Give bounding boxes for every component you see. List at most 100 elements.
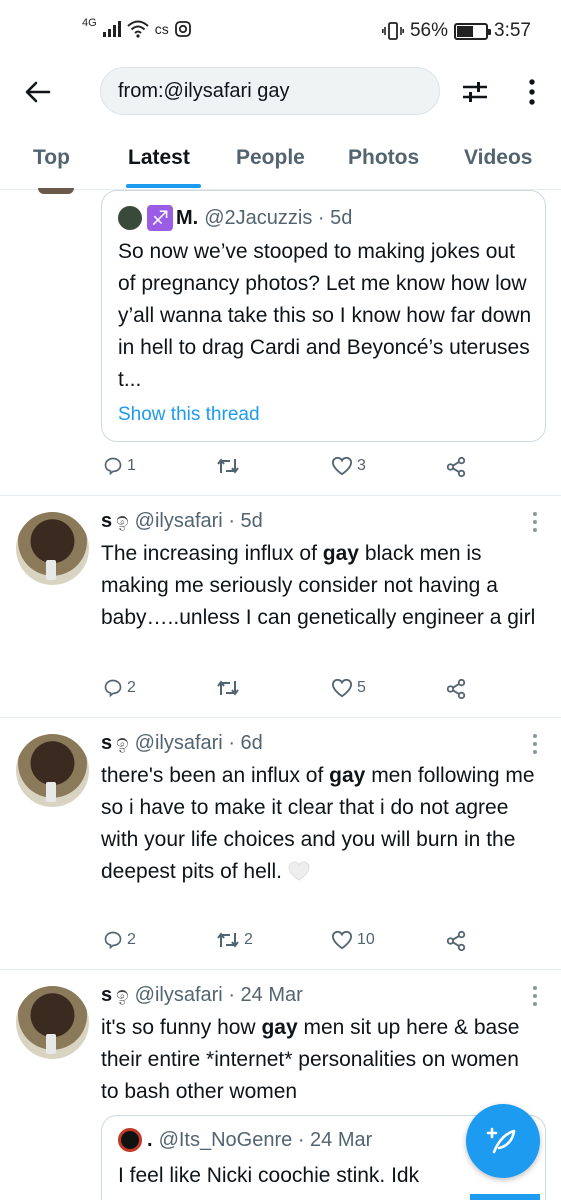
wifi-icon <box>127 20 149 38</box>
like-count: 10 <box>357 931 375 948</box>
share-button[interactable] <box>445 930 467 952</box>
quoted-author-handle: @Its_NoGenre <box>158 1128 293 1151</box>
back-arrow-icon <box>25 81 51 103</box>
tweet-menu-button[interactable] <box>527 734 543 754</box>
author-handle: @ilysafari <box>134 984 223 1006</box>
active-tab-indicator <box>126 184 201 188</box>
tweet-text-part: there's been an influx of <box>101 764 330 787</box>
retweet-icon <box>217 458 239 474</box>
author-name: s <box>101 984 113 1006</box>
quoted-timestamp: 5d <box>330 206 353 229</box>
instagram-icon <box>174 21 191 37</box>
retweet-button[interactable] <box>216 678 240 698</box>
avatar <box>118 206 142 230</box>
sagittarius-icon: ♐ <box>147 205 173 231</box>
retweet-icon <box>217 932 239 948</box>
white-heart-icon <box>288 861 310 881</box>
search-input[interactable]: from:@ilysafari gay <box>100 67 440 115</box>
back-button[interactable] <box>18 72 58 112</box>
tab-latest[interactable]: Latest <box>128 146 190 170</box>
partial-button <box>470 1194 540 1200</box>
reply-icon <box>104 931 122 950</box>
tweet-text: The increasing influx of gay black men i… <box>101 538 541 634</box>
tweet-actions: 2 2 10 <box>101 930 541 960</box>
search-tabs: Top Latest People Photos Videos <box>0 130 561 190</box>
author-handle: @ilysafari <box>134 510 223 532</box>
compose-tweet-button[interactable] <box>466 1104 540 1178</box>
retweet-button[interactable]: 2 <box>216 930 253 950</box>
reply-button[interactable]: 1 <box>103 456 136 476</box>
share-icon <box>446 456 466 478</box>
carrier-icon: cs <box>154 21 169 37</box>
tweet-actions: 2 5 <box>101 678 541 708</box>
share-icon <box>446 678 466 700</box>
heart-icon <box>331 678 353 698</box>
tweet-menu-button[interactable] <box>527 986 543 1006</box>
retweet-count: 2 <box>244 931 253 948</box>
vertical-dots-icon <box>529 79 535 105</box>
reply-button[interactable]: 2 <box>103 678 136 698</box>
network-label: 4G <box>82 17 97 29</box>
search-highlight: gay <box>322 542 359 565</box>
reply-count: 2 <box>127 679 136 696</box>
tab-top[interactable]: Top <box>33 146 70 170</box>
tweet-actions: 1 3 <box>101 456 541 486</box>
share-button[interactable] <box>445 456 467 478</box>
battery-percent: 56% <box>409 20 449 41</box>
search-highlight: gay <box>329 764 366 787</box>
quoted-tweet[interactable]: ♐ M. @2Jacuzzis · 5d So now we’ve stoope… <box>101 190 546 442</box>
share-button[interactable] <box>445 678 467 700</box>
quoted-author-handle: @2Jacuzzis <box>204 206 313 229</box>
tweet-text-part: it's so funny how <box>101 1016 262 1039</box>
timestamp: 6d <box>240 732 263 754</box>
like-button[interactable]: 3 <box>331 456 366 476</box>
share-icon <box>446 930 466 952</box>
author-name: s <box>101 510 113 532</box>
tweet-menu-button[interactable] <box>527 512 543 532</box>
compose-feather-icon <box>486 1127 516 1154</box>
reply-count: 2 <box>127 931 136 948</box>
tab-photos[interactable]: Photos <box>348 146 419 170</box>
search-filter-button[interactable] <box>455 74 495 110</box>
heart-icon <box>331 930 353 950</box>
battery-fill <box>457 25 474 37</box>
sliders-icon <box>463 82 487 102</box>
search-header: from:@ilysafari gay <box>0 62 561 120</box>
like-button[interactable]: 5 <box>331 678 366 698</box>
author-name: s <box>101 732 113 754</box>
quoted-author-name: . <box>147 1128 153 1151</box>
reply-icon <box>104 679 122 698</box>
tab-people[interactable]: People <box>236 146 305 170</box>
reply-count: 1 <box>127 457 136 474</box>
quoted-timestamp: 24 Mar <box>310 1128 373 1151</box>
clock: 3:57 <box>494 20 531 41</box>
tweet-text: there's been an influx of gay men follow… <box>101 760 541 888</box>
avatar[interactable] <box>16 986 89 1059</box>
status-bar: 4G cs 56% 3:57 <box>0 0 561 60</box>
show-thread-link[interactable]: Show this thread <box>118 404 260 426</box>
tweet-text: it's so funny how gay men sit up here & … <box>101 1012 541 1108</box>
avatar[interactable] <box>38 188 74 194</box>
more-options-button[interactable] <box>512 74 552 110</box>
signal-icon <box>102 21 121 37</box>
avatar[interactable] <box>16 734 89 807</box>
tab-videos[interactable]: Videos <box>464 146 532 170</box>
battery-icon <box>454 22 492 40</box>
author-handle: @ilysafari <box>134 732 223 754</box>
reply-button[interactable]: 2 <box>103 930 136 950</box>
reply-icon <box>104 457 122 476</box>
timestamp: 5d <box>240 510 263 532</box>
search-highlight: gay <box>261 1016 298 1039</box>
quoted-tweet-text: So now we’ve stooped to making jokes out… <box>118 240 532 391</box>
emoji-icon: ඉ <box>116 732 129 754</box>
tweet-text-part: The increasing influx of <box>101 542 323 565</box>
like-count: 5 <box>357 679 366 696</box>
heart-icon <box>331 456 353 476</box>
quoted-tweet-text: I feel like Nicki coochie stink. Idk <box>118 1164 420 1187</box>
like-count: 3 <box>357 457 366 474</box>
retweet-button[interactable] <box>216 456 240 476</box>
like-button[interactable]: 10 <box>331 930 375 950</box>
emoji-icon: ඉ <box>116 510 129 532</box>
vibrate-icon <box>381 22 404 40</box>
avatar[interactable] <box>16 512 89 585</box>
